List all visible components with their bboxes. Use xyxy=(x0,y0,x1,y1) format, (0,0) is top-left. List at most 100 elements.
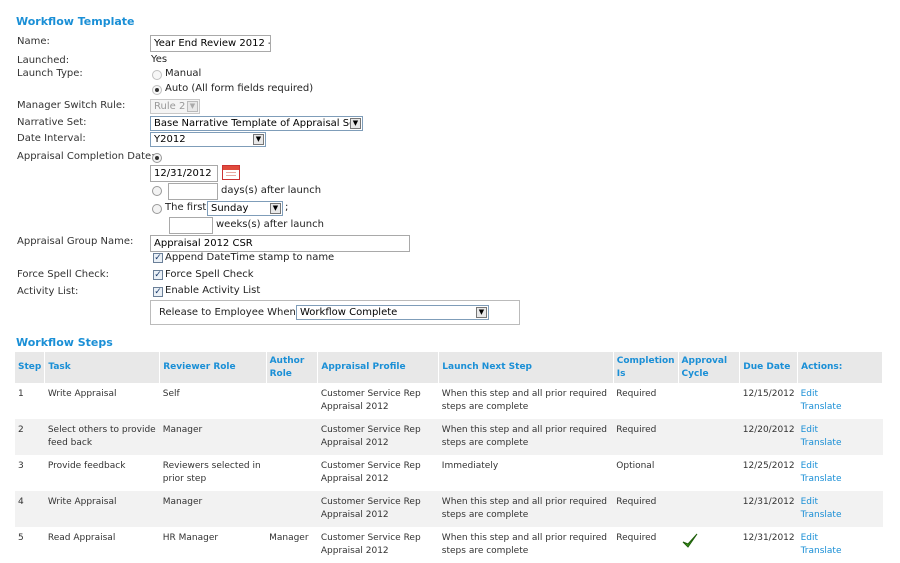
date-interval-label: Date Interval: xyxy=(17,133,86,144)
header-approval-line1: Approval xyxy=(681,355,728,366)
weeks-after-input[interactable] xyxy=(169,217,213,234)
weeks-after-label: weeks(s) after launch xyxy=(216,219,324,230)
cell-task: Write Appraisal xyxy=(47,389,117,399)
header-completion-is[interactable]: Completion Is xyxy=(613,352,679,383)
cell-reviewer: Self xyxy=(162,389,180,399)
group-name-label: Appraisal Group Name: xyxy=(17,236,134,247)
group-name-input[interactable]: Appraisal 2012 CSR xyxy=(150,235,410,252)
launched-value: Yes xyxy=(151,54,168,65)
cell-completion: Required xyxy=(613,491,679,527)
narrative-set-value: Base Narrative Template of Appraisal Set xyxy=(154,118,360,129)
cell-step: 1 xyxy=(18,389,24,399)
manager-switch-select[interactable]: Rule 2 ▼ xyxy=(150,99,200,114)
date-interval-value: Y2012 xyxy=(154,134,186,145)
cell-author xyxy=(266,455,318,491)
cell-reviewer: Manager xyxy=(159,491,267,527)
cell-approval-cycle xyxy=(678,527,740,563)
launch-manual-radio[interactable] xyxy=(152,70,162,80)
chevron-down-icon: ▼ xyxy=(350,118,361,129)
table-row: 3 Provide feedback Reviewers selected in p… xyxy=(15,455,883,491)
cell-author xyxy=(266,491,318,527)
edit-link[interactable]: Edit xyxy=(801,461,818,471)
edit-link[interactable]: Edit xyxy=(801,497,818,507)
header-author-role-line1: Author xyxy=(269,355,305,366)
translate-link[interactable]: Translate xyxy=(801,510,842,520)
launch-manual-label: Manual xyxy=(165,68,202,79)
header-task[interactable]: Task xyxy=(44,352,161,383)
translate-link[interactable]: Translate xyxy=(801,438,842,448)
cell-completion: Required xyxy=(616,389,657,399)
edit-link[interactable]: Edit xyxy=(801,389,818,399)
header-actions: Actions: xyxy=(797,352,883,383)
cell-actions: Edit Translate xyxy=(798,383,883,419)
completion-date-radio[interactable] xyxy=(152,153,162,163)
manager-switch-value: Rule 2 xyxy=(154,101,186,112)
header-launch-next-step[interactable]: Launch Next Step xyxy=(438,352,614,383)
header-appraisal-profile[interactable]: Appraisal Profile xyxy=(317,352,440,383)
name-label: Name: xyxy=(17,36,50,47)
cell-completion: Required xyxy=(613,419,679,455)
header-reviewer-role[interactable]: Reviewer Role xyxy=(159,352,267,383)
translate-link[interactable]: Translate xyxy=(801,546,842,556)
cell-approval-cycle xyxy=(678,383,740,419)
header-approval-cycle[interactable]: Approval Cycle xyxy=(678,352,741,383)
launch-auto-radio[interactable] xyxy=(152,85,162,95)
approval-check-icon xyxy=(682,533,698,548)
translate-link[interactable]: Translate xyxy=(801,474,842,484)
append-stamp-label: Append DateTime stamp to name xyxy=(165,252,335,263)
cell-reviewer: HR Manager xyxy=(162,533,219,543)
cell-actions: Edit Translate xyxy=(797,419,883,455)
cell-actions: Edit Translate xyxy=(798,527,883,563)
edit-link[interactable]: Edit xyxy=(801,533,818,543)
cell-launch: Immediately xyxy=(441,461,499,471)
header-completion-line2: Is xyxy=(616,368,626,379)
cell-author xyxy=(266,419,318,455)
launch-type-label: Launch Type: xyxy=(17,68,83,79)
cell-task: Write Appraisal xyxy=(44,491,160,527)
cell-launch: When this step and all prior required st… xyxy=(441,533,607,556)
release-select[interactable]: Workflow Complete ▼ xyxy=(296,305,489,320)
spell-check-option: Force Spell Check xyxy=(165,269,254,280)
chevron-down-icon: ▼ xyxy=(476,307,487,318)
first-weekday-radio[interactable] xyxy=(152,204,162,214)
manager-switch-label: Manager Switch Rule: xyxy=(17,100,126,111)
table-row: 1 Write Appraisal Self Customer Service Rep… xyxy=(15,383,883,419)
cell-step: 5 xyxy=(18,533,24,543)
chevron-down-icon: ▼ xyxy=(187,101,198,112)
spell-check-checkbox[interactable]: ✓ xyxy=(153,270,163,280)
table-header-row: Step Task Reviewer Role Author Role Appra… xyxy=(15,352,883,383)
calendar-icon[interactable] xyxy=(222,165,240,180)
date-interval-select[interactable]: Y2012 ▼ xyxy=(150,132,266,147)
append-stamp-checkbox[interactable]: ✓ xyxy=(153,253,163,263)
cell-task: Select others to provide feed back xyxy=(44,419,160,455)
spell-check-label: Force Spell Check: xyxy=(17,269,109,280)
cell-author: Manager xyxy=(269,533,309,543)
cell-author xyxy=(266,383,318,419)
header-due-date[interactable]: Due Date xyxy=(739,352,799,383)
cell-due: 12/31/2012 xyxy=(739,491,798,527)
edit-link[interactable]: Edit xyxy=(801,425,818,435)
cell-profile: Customer Service Rep Appraisal 2012 xyxy=(317,491,439,527)
cell-profile: Customer Service Rep Appraisal 2012 xyxy=(317,419,439,455)
days-after-input[interactable] xyxy=(168,183,218,200)
completion-date-input[interactable]: 12/31/2012 xyxy=(150,165,218,182)
chevron-down-icon: ▼ xyxy=(253,134,264,145)
weekday-select[interactable]: Sunday ▼ xyxy=(207,201,283,216)
narrative-set-select[interactable]: Base Narrative Template of Appraisal Set… xyxy=(150,116,363,131)
header-author-role[interactable]: Author Role xyxy=(266,352,319,383)
translate-link[interactable]: Translate xyxy=(801,402,842,412)
weekday-semicolon: ; xyxy=(285,202,289,213)
activity-list-checkbox[interactable]: ✓ xyxy=(153,287,163,297)
cell-approval-cycle xyxy=(678,491,740,527)
table-row: 5 Read Appraisal HR Manager Manager Customer… xyxy=(15,527,883,563)
name-input[interactable]: Year End Review 2012 - xyxy=(150,35,271,52)
cell-launch: When this step and all prior required st… xyxy=(438,491,614,527)
weekday-value: Sunday xyxy=(211,203,249,214)
days-after-radio[interactable] xyxy=(152,186,162,196)
cell-step: 2 xyxy=(15,419,45,455)
activity-list-label: Activity List: xyxy=(17,286,79,297)
cell-approval-cycle xyxy=(678,455,740,491)
cell-step: 3 xyxy=(18,461,24,471)
workflow-template-title: Workflow Template xyxy=(16,15,135,28)
header-step[interactable]: Step xyxy=(15,352,46,383)
